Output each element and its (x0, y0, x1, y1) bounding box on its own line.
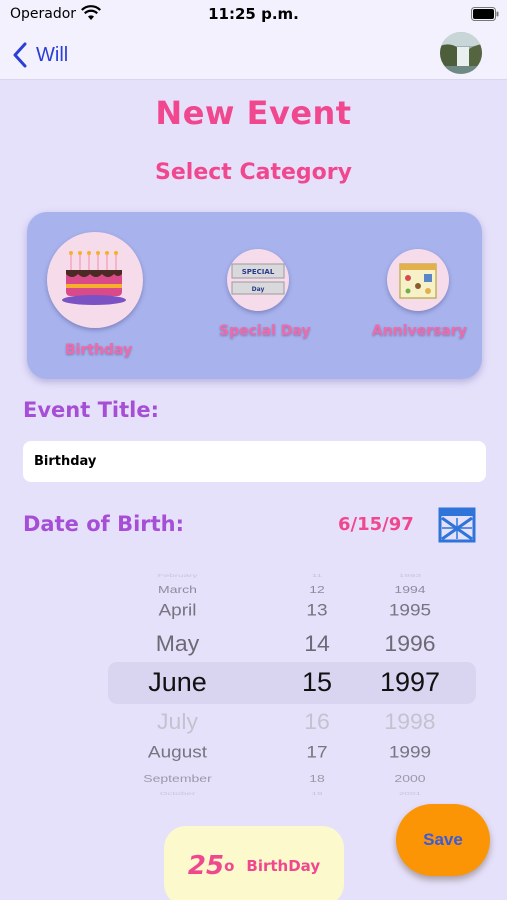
picker-year-cell: 2001 (398, 791, 422, 795)
category-special-day[interactable]: SPECIAL Day Special Day (219, 249, 311, 339)
save-label: Save (423, 830, 463, 849)
age-label: BirthDay (246, 857, 321, 875)
picker-row[interactable]: May 14 1996 (0, 630, 507, 659)
back-button[interactable]: Will (12, 38, 68, 72)
page-title: New Event (155, 94, 352, 132)
status-bar: Operador 11:25 p.m. (0, 0, 507, 30)
picker-year-cell: 1995 (388, 601, 432, 620)
picker-day-cell: 17 (306, 743, 328, 762)
picker-row[interactable]: September 18 2000 (0, 773, 507, 786)
svg-text:SPECIAL: SPECIAL (242, 268, 275, 276)
picker-row-selected[interactable]: June 15 1997 (0, 667, 507, 702)
picker-row[interactable]: February 11 1993 (0, 574, 507, 580)
battery-icon (471, 7, 499, 21)
chevron-left-icon (13, 42, 27, 68)
event-title-label: Event Title: (23, 398, 159, 422)
picker-year-cell: 1997 (379, 667, 441, 697)
category-special-day-label: Special Day (219, 323, 311, 339)
category-birthday-circle (47, 232, 143, 328)
category-birthday[interactable]: Birthday (47, 232, 143, 358)
picker-row[interactable]: August 17 1999 (0, 744, 507, 766)
picker-year-cell: 1998 (384, 708, 436, 734)
picker-day-cell: 11 (311, 573, 323, 579)
category-birthday-label: Birthday (65, 342, 133, 358)
age-degree: o (224, 857, 235, 875)
category-panel: Birthday SPECIAL Day Special Day Anniver… (27, 212, 482, 379)
category-special-day-circle: SPECIAL Day (227, 249, 289, 311)
picker-day-cell: 16 (304, 708, 330, 734)
status-time: 11:25 p.m. (208, 5, 299, 23)
picker-row[interactable]: July 16 1998 (0, 708, 507, 737)
picker-month-cell: February (157, 573, 198, 579)
avatar[interactable] (440, 32, 482, 74)
picker-year-cell: 1996 (384, 630, 436, 656)
age-badge: 25 o BirthDay (164, 826, 344, 900)
picker-year-cell: 1993 (398, 573, 422, 579)
calendar-icon[interactable] (437, 506, 477, 544)
special-day-icon: SPECIAL Day (231, 263, 285, 295)
save-button[interactable]: Save (396, 804, 490, 876)
picker-day-cell: 13 (306, 601, 328, 620)
picker-month-cell: October (159, 791, 196, 795)
back-label: Will (36, 43, 69, 66)
birthday-cake-icon (62, 251, 126, 305)
picker-month-cell: June (148, 667, 207, 697)
picker-row[interactable]: April 13 1995 (0, 602, 507, 624)
navigation-bar: Will (0, 30, 507, 80)
event-title-input[interactable] (23, 441, 486, 482)
picker-year-cell: 1994 (394, 583, 426, 596)
picker-day-cell: 18 (309, 772, 325, 785)
date-picker-wheel[interactable]: February 11 1993 March 12 1994 April 13 1995 May 1… (0, 570, 507, 795)
picker-month-cell: July (157, 708, 198, 734)
picker-month-cell: March (158, 583, 197, 596)
picker-day-cell: 15 (301, 667, 333, 697)
picker-month-cell: May (155, 630, 200, 656)
category-anniversary-circle (387, 249, 449, 311)
picker-month-cell: August (147, 743, 208, 762)
picker-month-cell: April (158, 601, 197, 620)
picker-month-cell: September (143, 772, 212, 785)
picker-day-cell: 14 (304, 630, 330, 656)
category-anniversary[interactable]: Anniversary (372, 249, 467, 339)
date-of-birth-value: 6/15/97 (338, 514, 414, 535)
category-anniversary-label: Anniversary (372, 323, 467, 339)
picker-year-cell: 2000 (394, 772, 426, 785)
svg-text:Day: Day (252, 286, 265, 293)
picker-day-cell: 12 (309, 583, 325, 596)
picker-day-cell: 19 (311, 791, 323, 795)
anniversary-calendar-icon (399, 263, 437, 299)
select-category-heading: Select Category (155, 160, 352, 185)
picker-row[interactable]: October 19 2001 (0, 792, 507, 795)
waterfall-photo-icon (440, 32, 482, 74)
date-of-birth-label: Date of Birth: (23, 512, 185, 536)
age-number: 25 (187, 851, 225, 881)
picker-row[interactable]: March 12 1994 (0, 584, 507, 597)
picker-year-cell: 1999 (388, 743, 432, 762)
